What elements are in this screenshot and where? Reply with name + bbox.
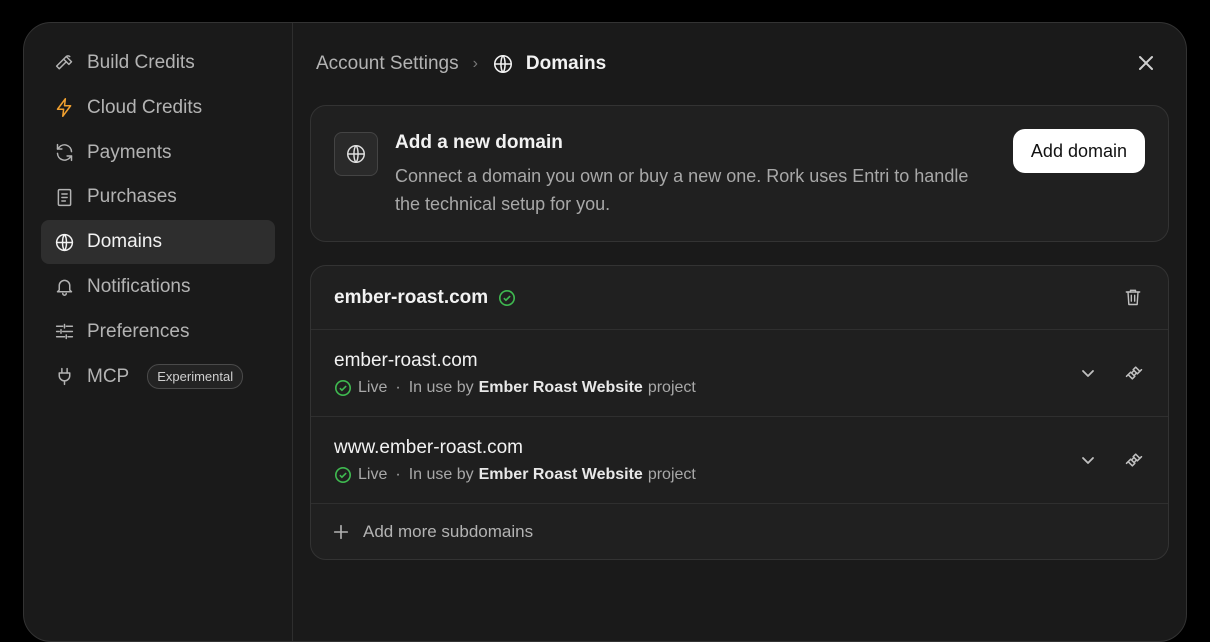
unlink-icon[interactable]	[1123, 449, 1145, 471]
sidebar: Build Credits Cloud Credits Payments Pur…	[24, 23, 293, 641]
sidebar-item-label: Cloud Credits	[87, 96, 203, 118]
chevron-down-icon[interactable]	[1077, 362, 1099, 384]
plug-icon	[53, 366, 75, 388]
breadcrumb-account-settings[interactable]: Account Settings	[316, 53, 459, 75]
hammer-icon	[53, 52, 75, 74]
subdomain-name: www.ember-roast.com	[334, 436, 523, 458]
add-more-label: Add more subdomains	[363, 521, 534, 541]
globe-icon	[334, 132, 378, 176]
sidebar-item-label: Domains	[87, 231, 162, 253]
usage-suffix: project	[647, 465, 696, 483]
lightning-icon	[53, 97, 75, 119]
plus-icon	[333, 524, 349, 539]
add-domain-title: Add a new domain	[395, 132, 563, 153]
sidebar-item-purchases[interactable]: Purchases	[41, 175, 275, 219]
sidebar-item-label: Build Credits	[87, 52, 195, 73]
status-live: Live	[358, 378, 388, 396]
domain-header: ember-roast.com	[311, 266, 1168, 330]
sidebar-item-label: Notifications	[87, 275, 191, 297]
globe-icon	[53, 231, 75, 253]
sidebar-item-notifications[interactable]: Notifications	[41, 265, 275, 309]
breadcrumb-current: Domains	[492, 53, 606, 75]
bell-icon	[53, 276, 75, 298]
verified-check-icon	[498, 289, 516, 307]
live-check-icon	[334, 379, 352, 397]
project-name[interactable]: Ember Roast Website	[479, 379, 643, 397]
status-separator: ·	[395, 378, 401, 396]
close-icon[interactable]	[1136, 53, 1156, 73]
sidebar-item-label: MCP	[87, 365, 130, 387]
delete-domain-icon[interactable]	[1123, 287, 1145, 309]
add-domain-text: Add a new domain Connect a domain you ow…	[395, 132, 985, 215]
sidebar-item-build-credits[interactable]: Build Credits	[41, 41, 275, 85]
refresh-icon	[53, 142, 75, 164]
sliders-icon	[53, 321, 75, 343]
subdomain-status: Live · In use by Ember Roast Website pro…	[334, 379, 1077, 397]
usage-prefix: In use by	[408, 378, 474, 396]
sidebar-item-cloud-credits[interactable]: Cloud Credits	[41, 86, 275, 130]
row-actions	[1077, 449, 1145, 471]
main-panel: Account Settings › Domains Add a new dom…	[293, 23, 1186, 641]
subdomain-info: www.ember-roast.com Live · In use by Emb…	[334, 437, 1077, 484]
subdomain-row: www.ember-roast.com Live · In use by Emb…	[311, 417, 1168, 504]
add-domain-button[interactable]: Add domain	[1012, 129, 1145, 173]
status-separator: ·	[395, 465, 401, 483]
sidebar-item-payments[interactable]: Payments	[41, 131, 275, 175]
subdomain-info: ember-roast.com Live · In use by Ember R…	[334, 350, 1077, 397]
sidebar-item-mcp[interactable]: MCP Experimental	[41, 355, 275, 399]
sidebar-item-label: Preferences	[87, 320, 190, 342]
unlink-icon[interactable]	[1123, 362, 1145, 384]
breadcrumb: Account Settings › Domains	[310, 23, 1169, 105]
add-domain-description: Connect a domain you own or buy a new on…	[395, 166, 969, 214]
domain-name: ember-roast.com	[334, 286, 489, 308]
page-title: Domains	[525, 53, 607, 74]
settings-window: Build Credits Cloud Credits Payments Pur…	[23, 22, 1187, 642]
sidebar-item-label: Purchases	[87, 186, 177, 208]
live-check-icon	[334, 466, 352, 484]
globe-icon	[493, 54, 512, 74]
experimental-badge: Experimental	[147, 364, 244, 390]
sidebar-item-label: Payments	[87, 141, 172, 163]
usage-suffix: project	[647, 378, 696, 396]
subdomain-name: ember-roast.com	[334, 349, 478, 371]
status-live: Live	[358, 465, 388, 483]
sidebar-item-domains[interactable]: Domains	[41, 220, 275, 265]
receipt-icon	[53, 186, 75, 208]
project-name[interactable]: Ember Roast Website	[479, 466, 643, 484]
subdomain-row: ember-roast.com Live · In use by Ember R…	[311, 330, 1168, 417]
add-more-subdomains-button[interactable]: Add more subdomains	[311, 504, 1168, 559]
sidebar-item-preferences[interactable]: Preferences	[41, 310, 275, 354]
subdomain-status: Live · In use by Ember Roast Website pro…	[334, 466, 1077, 484]
add-domain-card: Add a new domain Connect a domain you ow…	[310, 105, 1169, 242]
row-actions	[1077, 362, 1145, 384]
chevron-right-icon: ›	[472, 55, 478, 72]
usage-prefix: In use by	[408, 465, 474, 483]
chevron-down-icon[interactable]	[1077, 449, 1099, 471]
domain-card: ember-roast.com ember-roast.com Live · I…	[310, 265, 1169, 560]
